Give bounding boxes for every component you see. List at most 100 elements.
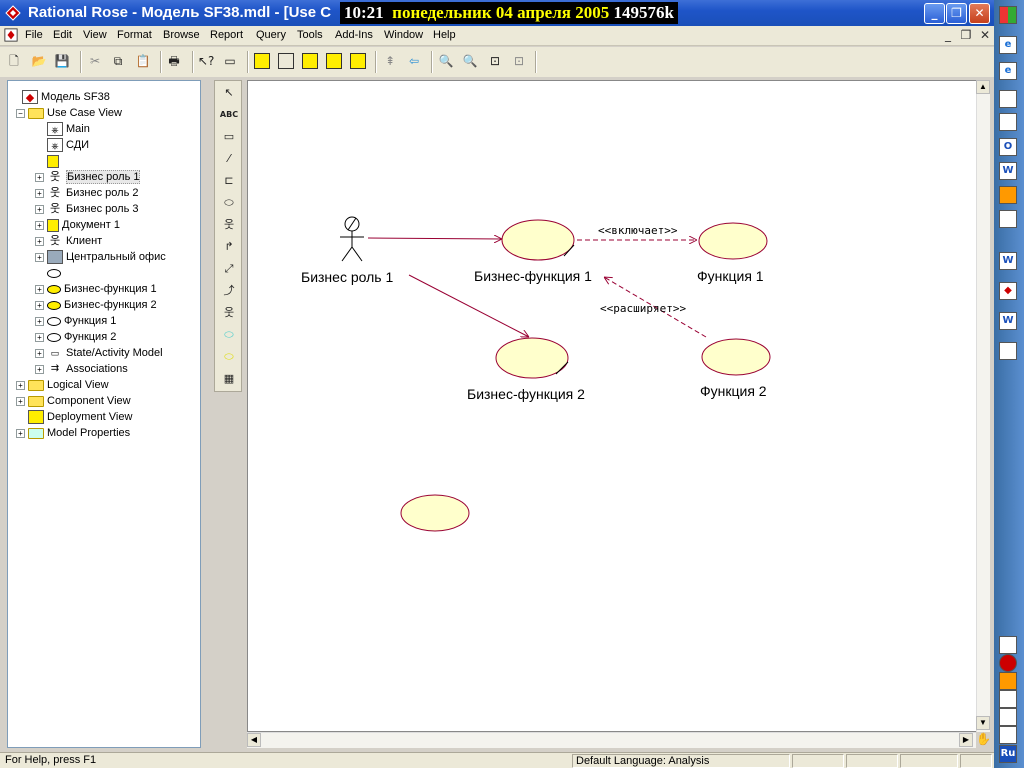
browse-statechart-icon[interactable] <box>350 53 366 69</box>
note-tool[interactable]: ▭ <box>218 127 240 147</box>
rose-icon[interactable]: ◆ <box>999 282 1017 300</box>
tree-item[interactable]: ⎈ СДИ <box>10 137 198 153</box>
use-case-function-2[interactable] <box>701 338 771 376</box>
view-doc-icon[interactable]: ▭ <box>222 53 238 69</box>
expand-icon[interactable]: + <box>16 396 25 406</box>
business-use-case-realization-tool[interactable]: ⬭ <box>218 347 240 367</box>
actor-label[interactable]: Бизнес роль 1 <box>301 269 393 285</box>
zoom-in-icon[interactable]: 🔍 <box>438 53 454 69</box>
title-bar[interactable]: Rational Rose - Модель SF38.mdl - [Use C… <box>0 0 994 26</box>
dependency-tool[interactable]: ⤢ <box>218 259 240 279</box>
tree-item[interactable]: + ⇉ Associations <box>10 361 198 377</box>
paste-icon[interactable]: 📋 <box>135 53 151 69</box>
context-help-icon[interactable]: ↖? <box>198 53 214 69</box>
tree-item[interactable]: ⎈ Main <box>10 121 198 137</box>
pen-icon[interactable] <box>999 690 1017 708</box>
business-actor-tool[interactable]: 웃 <box>218 303 240 323</box>
use-case-business-function-1[interactable] <box>501 219 575 261</box>
expand-icon[interactable]: + <box>35 252 44 262</box>
use-case-business-function-2[interactable] <box>495 337 569 379</box>
copy-icon[interactable]: ⧉ <box>110 53 126 69</box>
business-use-case-tool[interactable]: ⬭ <box>218 325 240 345</box>
actor-tool[interactable]: 웃 <box>218 215 240 235</box>
expand-icon[interactable]: + <box>35 348 44 358</box>
mdi-restore-icon[interactable]: ❐ <box>958 28 974 42</box>
extend-stereotype-label[interactable]: <<расширяет>> <box>600 302 686 315</box>
word-doc-icon[interactable]: W <box>999 312 1017 330</box>
menu-query[interactable]: Query <box>256 28 286 43</box>
expand-icon[interactable]: + <box>35 204 44 214</box>
tree-item[interactable]: + Функция 2 <box>10 329 198 345</box>
expand-icon[interactable]: + <box>16 428 25 438</box>
browse-component-diagram-icon[interactable] <box>302 53 318 69</box>
use-case-label[interactable]: Функция 1 <box>697 268 764 284</box>
menu-add-ins[interactable]: Add-Ins <box>335 28 373 43</box>
clock-icon[interactable] <box>999 672 1017 690</box>
expand-icon[interactable]: + <box>35 236 44 246</box>
tree-item[interactable]: + 웃 Бизнес роль 2 <box>10 185 198 201</box>
fit-in-window-icon[interactable]: ⊡ <box>487 53 503 69</box>
browse-interaction-diagram-icon[interactable] <box>278 53 294 69</box>
zoom-out-icon[interactable]: 🔍 <box>462 53 478 69</box>
scroll-up-icon[interactable]: ▲ <box>976 80 990 94</box>
scroll-right-icon[interactable]: ▶ <box>959 733 973 747</box>
browse-previous-icon[interactable]: ⇦ <box>406 53 422 69</box>
outlook-icon[interactable]: O <box>999 138 1017 156</box>
expand-icon[interactable]: + <box>35 300 44 310</box>
use-case-label[interactable]: Бизнес-функция 1 <box>474 268 592 284</box>
print-icon[interactable]: 🖶 <box>166 53 182 69</box>
horizontal-scrollbar[interactable]: ◀ ▶ <box>247 732 976 748</box>
open-icon[interactable]: 📂 <box>31 53 47 69</box>
use-case-function-1[interactable] <box>698 222 768 260</box>
minimize-button[interactable]: _ <box>924 3 945 24</box>
association-actor-bf2[interactable] <box>408 274 529 337</box>
mdi-minimize-icon[interactable]: _ <box>940 28 956 42</box>
actor-business-role-1[interactable] <box>340 216 364 262</box>
tree-item[interactable]: + 웃 Бизнес роль 3 <box>10 201 198 217</box>
use-case-tool[interactable]: ⬭ <box>218 193 240 213</box>
include-stereotype-label[interactable]: <<включает>> <box>598 224 677 237</box>
menu-edit[interactable]: Edit <box>53 28 72 43</box>
vertical-scrollbar[interactable]: ▲ ▼ <box>976 80 990 732</box>
menu-help[interactable]: Help <box>433 28 456 43</box>
text-box-tool[interactable]: ABC <box>218 105 240 125</box>
menu-view[interactable]: View <box>83 28 107 43</box>
use-case-label[interactable]: Функция 2 <box>700 383 767 399</box>
anchor-note-tool[interactable]: ⁄ <box>218 149 240 169</box>
use-case-label[interactable]: Бизнес-функция 2 <box>467 386 585 402</box>
tree-item[interactable]: − Use Case View <box>10 105 198 121</box>
association-actor-bf1[interactable] <box>367 238 502 239</box>
tree-item[interactable]: ◆ Модель SF38 <box>10 89 198 105</box>
browse-class-diagram-icon[interactable] <box>254 53 270 69</box>
excel-icon[interactable] <box>999 113 1017 131</box>
unidirectional-association-tool[interactable]: ↱ <box>218 237 240 257</box>
windows-logo-icon[interactable] <box>999 6 1017 24</box>
tree-item[interactable] <box>10 265 198 281</box>
rational-rose-app-icon[interactable] <box>5 5 21 21</box>
new-icon[interactable]: 🗋 <box>6 53 22 69</box>
floppy-icon[interactable] <box>999 636 1017 654</box>
tree-item[interactable]: + 웃 Клиент <box>10 233 198 249</box>
tree-item[interactable]: + Бизнес-функция 2 <box>10 297 198 313</box>
tree-item[interactable] <box>10 153 198 169</box>
ie-icon[interactable]: e <box>999 62 1017 80</box>
clock-icon[interactable] <box>999 186 1017 204</box>
menu-report[interactable]: Report <box>210 28 243 43</box>
word-icon[interactable]: W <box>999 162 1017 180</box>
menu-browse[interactable]: Browse <box>163 28 200 43</box>
menu-file[interactable]: File <box>25 28 43 43</box>
spell-icon[interactable] <box>999 708 1017 726</box>
undo-fit-icon[interactable]: ⊡ <box>511 53 527 69</box>
collapse-icon[interactable]: − <box>16 108 25 118</box>
selection-arrow-tool[interactable]: ↖ <box>218 83 240 103</box>
maximize-button[interactable]: ❐ <box>946 3 967 24</box>
tree-item[interactable]: + Бизнес-функция 1 <box>10 281 198 297</box>
pan-hand-icon[interactable]: ✋ <box>976 732 991 748</box>
expand-icon[interactable]: + <box>35 284 44 294</box>
tree-item[interactable]: + Model Properties <box>10 425 198 441</box>
package-tool[interactable]: ⊏ <box>218 171 240 191</box>
close-button[interactable]: ✕ <box>969 3 990 24</box>
menu-format[interactable]: Format <box>117 28 152 43</box>
menu-tools[interactable]: Tools <box>297 28 323 43</box>
language-indicator[interactable]: Ru <box>999 745 1017 763</box>
